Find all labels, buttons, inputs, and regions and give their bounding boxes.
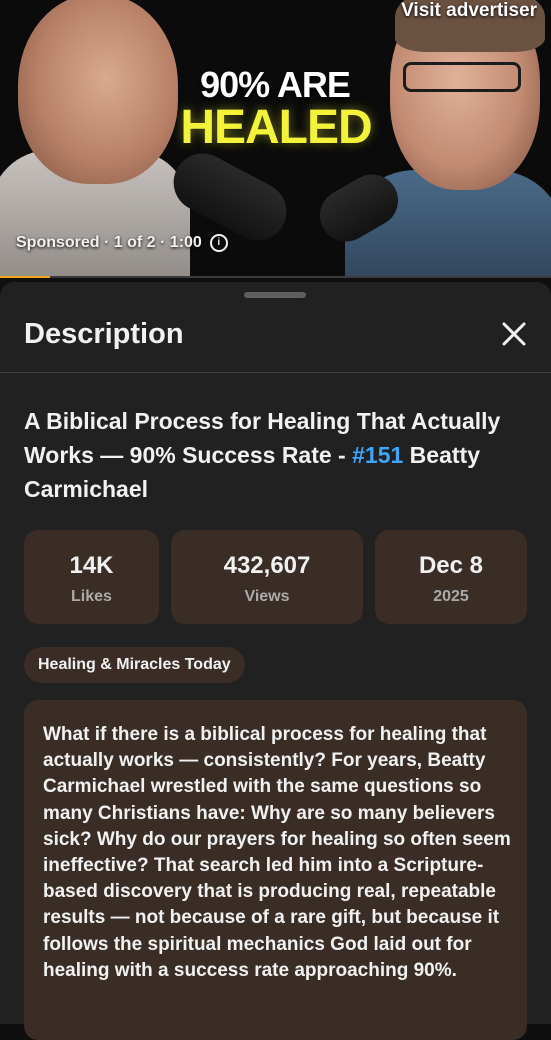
views-stat: 432,607 Views [171,530,363,624]
channel-chip[interactable]: Healing & Miracles Today [24,647,245,683]
views-count: 432,607 [223,552,311,579]
ad-progress-bar [0,276,551,278]
visit-advertiser-link[interactable]: Visit advertiser [401,0,537,22]
likes-count: 14K [69,552,114,579]
guest-glasses-image [403,62,521,92]
divider [0,372,551,373]
close-icon [502,322,526,346]
info-icon[interactable]: i [209,234,228,252]
views-label: Views [244,588,290,605]
date-year: 2025 [433,588,469,605]
likes-label: Likes [71,588,112,605]
date-day: Dec 8 [418,552,484,579]
ad-headline-bottom: HEALED [180,101,372,154]
drag-handle[interactable] [244,292,306,298]
panel-title: Description [24,318,184,350]
likes-stat: 14K Likes [24,530,159,624]
video-title: A Biblical Process for Healing That Actu… [24,404,524,506]
host-portrait-image [18,0,178,184]
description-text: What if there is a biblical process for … [43,724,511,981]
date-stat: Dec 8 2025 [375,530,527,624]
sponsored-label: Sponsored · 1 of 2 · 1:00 i [16,234,228,252]
video-player[interactable]: 90% ARE HEALED Visit advertiser Sponsore… [0,0,551,278]
ad-progress-fill [0,276,50,278]
description-panel: Description A Biblical Process for Heali… [0,282,551,1040]
hashtag-link[interactable]: #151 [352,442,403,468]
sponsored-text: Sponsored · 1 of 2 · 1:00 [16,234,202,251]
description-box: What if there is a biblical process for … [24,700,527,1040]
close-button[interactable] [498,318,530,350]
stats-row: 14K Likes 432,607 Views Dec 8 2025 [24,530,527,624]
